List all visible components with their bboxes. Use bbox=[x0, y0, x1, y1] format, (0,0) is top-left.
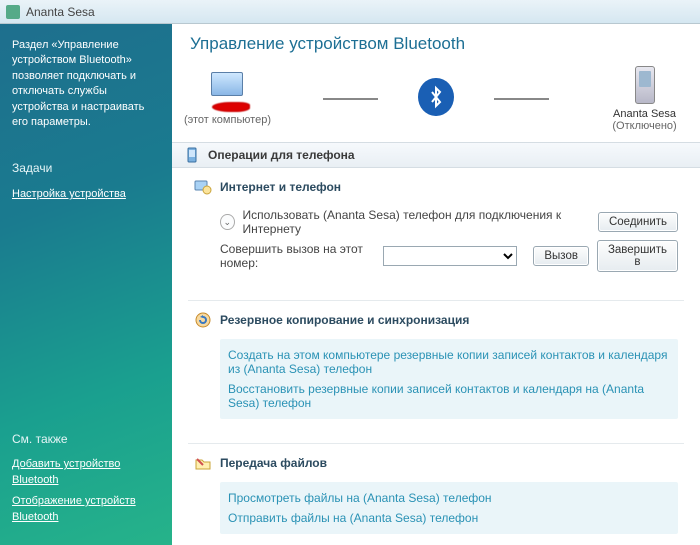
backup-section-title: Резервное копирование и синхронизация bbox=[188, 301, 684, 335]
phone-icon bbox=[635, 66, 655, 104]
tasks-heading: Задачи bbox=[12, 160, 160, 177]
window-title: Ananta Sesa bbox=[26, 5, 95, 19]
phone-node: Ananta Sesa (Отключено) bbox=[589, 66, 700, 132]
computer-icon bbox=[203, 72, 251, 112]
call-number-select[interactable] bbox=[383, 246, 518, 266]
sidebar-see-also: См. также Добавить устройство Bluetooth … bbox=[12, 431, 160, 531]
sidebar: Раздел «Управление устройством Bluetooth… bbox=[0, 24, 172, 545]
files-icon bbox=[194, 454, 212, 472]
internet-section-title: Интернет и телефон bbox=[188, 168, 684, 202]
call-number-label: Совершить вызов на этот номер: bbox=[220, 242, 375, 270]
create-backup-link[interactable]: Создать на этом компьютере резервные коп… bbox=[228, 345, 670, 379]
display-devices-link[interactable]: Отображение устройств Bluetooth bbox=[12, 494, 160, 525]
add-device-link[interactable]: Добавить устройство Bluetooth bbox=[12, 457, 160, 488]
device-name: Ananta Sesa bbox=[589, 108, 700, 120]
backup-section: Резервное копирование и синхронизация Со… bbox=[188, 300, 684, 433]
sidebar-intro: Раздел «Управление устройством Bluetooth… bbox=[12, 38, 160, 130]
phone-ops-icon bbox=[184, 147, 200, 163]
see-also-heading: См. также bbox=[12, 431, 160, 448]
phone-ops-title: Операции для телефона bbox=[208, 148, 355, 162]
sidebar-tasks: Задачи Настройка устройства bbox=[12, 160, 160, 208]
internet-icon bbox=[194, 178, 212, 196]
connect-internet-button[interactable]: Соединить bbox=[598, 212, 678, 232]
main-panel: Управление устройством Bluetooth (этот к… bbox=[172, 24, 700, 545]
phone-ops-header: Операции для телефона bbox=[172, 142, 700, 168]
app-icon bbox=[6, 5, 20, 19]
use-phone-label: Использовать (Ananta Sesa) телефон для п… bbox=[243, 208, 582, 236]
content-container: Раздел «Управление устройством Bluetooth… bbox=[0, 24, 700, 545]
computer-label: (этот компьютер) bbox=[172, 114, 283, 126]
restore-backup-link[interactable]: Восстановить резервные копии записей кон… bbox=[228, 379, 670, 413]
page-title: Управление устройством Bluetooth bbox=[172, 24, 700, 60]
computer-node: (этот компьютер) bbox=[172, 72, 283, 126]
conn-line-right bbox=[494, 98, 549, 100]
expand-toggle[interactable]: ⌄ bbox=[220, 214, 235, 230]
conn-line-left bbox=[323, 98, 378, 100]
window-titlebar: Ananta Sesa bbox=[0, 0, 700, 24]
bluetooth-icon bbox=[418, 78, 453, 116]
end-call-button[interactable]: Завершить в bbox=[597, 240, 678, 272]
backup-icon bbox=[194, 311, 212, 329]
files-section-title: Передача файлов bbox=[188, 444, 684, 478]
device-status: (Отключено) bbox=[589, 120, 700, 132]
configure-device-link[interactable]: Настройка устройства bbox=[12, 187, 160, 202]
files-section: Передача файлов Просмотреть файлы на (An… bbox=[188, 443, 684, 545]
call-button[interactable]: Вызов bbox=[533, 246, 589, 266]
send-files-link[interactable]: Отправить файлы на (Ananta Sesa) телефон bbox=[228, 508, 670, 528]
browse-files-link[interactable]: Просмотреть файлы на (Ananta Sesa) телеф… bbox=[228, 488, 670, 508]
connection-diagram: (этот компьютер) Ananta Sesa (Отключено) bbox=[172, 60, 700, 142]
internet-section: Интернет и телефон ⌄ Использовать (Anant… bbox=[188, 168, 684, 290]
